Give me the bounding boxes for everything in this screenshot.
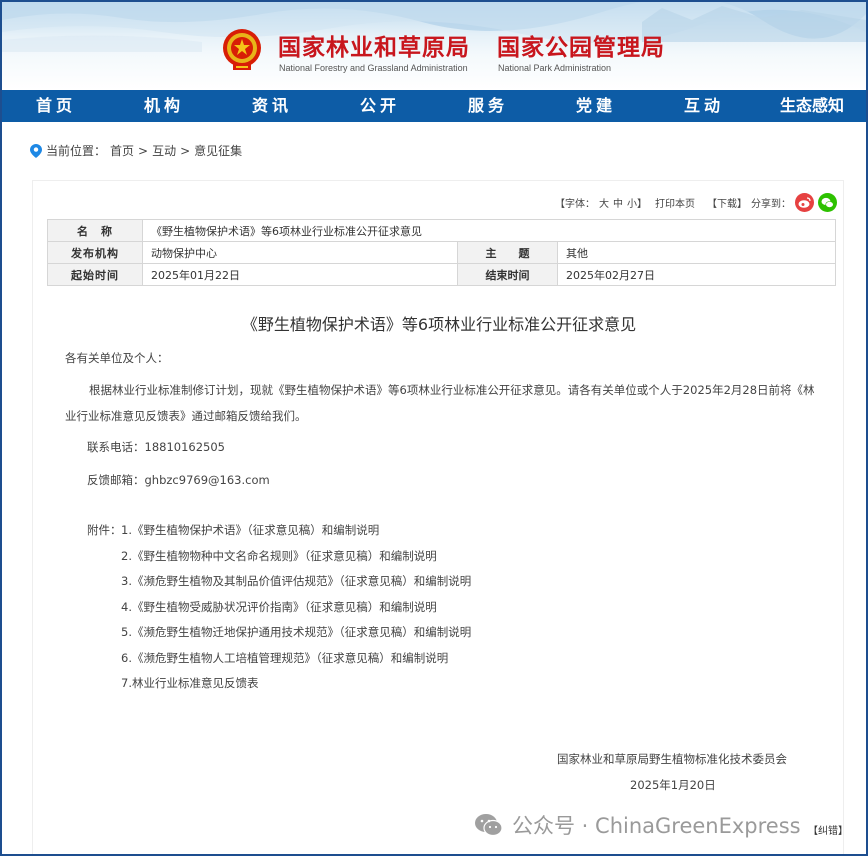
font-size-label: 【字体：: [555, 199, 595, 210]
main-nav: 首页 机构 资讯 公开 服务 党建 互动 生态感知: [2, 90, 866, 122]
watermark-text: 公众号 · ChinaGreenExpress: [512, 814, 801, 838]
org-name-park-en: National Park Administration: [498, 63, 612, 73]
breadcrumb-current-link[interactable]: 意见征集: [194, 142, 242, 159]
location-pin-icon: [30, 143, 42, 158]
share-label: 分享到：: [751, 199, 791, 210]
attachment-link[interactable]: 7.林业行业标准意见反馈表: [121, 670, 258, 696]
nav-item-party[interactable]: 党建: [542, 90, 650, 122]
breadcrumb-separator: >: [138, 143, 149, 158]
org-name-forestry: 国家林业和草原局: [278, 35, 470, 61]
metadata-table: 名 称 《野生植物保护术语》等6项林业行业标准公开征求意见 发布机构 动物保护中…: [47, 219, 836, 286]
national-emblem-icon: [223, 29, 261, 70]
attachment-link[interactable]: 5.《濒危野生植物迁地保护通用技术规范》（征求意见稿）和编制说明: [121, 619, 471, 645]
font-medium-button[interactable]: 中: [613, 195, 623, 210]
table-row: 发布机构 动物保护中心 主 题 其他: [47, 241, 836, 264]
download-button[interactable]: 【下载】: [707, 195, 747, 210]
issuer-value: 动物保护中心: [142, 241, 458, 264]
contact-phone: 联系电话：18810162505: [87, 440, 225, 454]
end-time-value: 2025年02月27日: [557, 263, 836, 286]
table-row: 名 称 《野生植物保护术语》等6项林业行业标准公开征求意见: [47, 219, 836, 242]
nav-item-home[interactable]: 首页: [2, 90, 110, 122]
document-title: 《野生植物保护术语》等6项林业行业标准公开征求意见: [241, 315, 637, 334]
attachment-link[interactable]: 2.《野生植物物种中文名命名规则》（征求意见稿）和编制说明: [121, 543, 437, 569]
font-small-button[interactable]: 小】: [627, 195, 647, 210]
topic-value: 其他: [557, 241, 836, 264]
org-name-park: 国家公园管理局: [497, 35, 665, 61]
end-time-label: 结束时间: [457, 263, 558, 286]
attachment-link[interactable]: 1.《野生植物保护术语》（征求意见稿）和编制说明: [121, 517, 379, 543]
start-time-label: 起始时间: [47, 263, 143, 286]
attachments-label: 附件：: [87, 523, 122, 537]
nav-item-eco-perception[interactable]: 生态感知: [758, 90, 866, 122]
attachment-link[interactable]: 4.《野生植物受威胁状况评价指南》（征求意见稿）和编制说明: [121, 594, 437, 620]
page-frame: 国家林业和草原局 National Forestry and Grassland…: [0, 0, 868, 856]
table-row: 起始时间 2025年01月22日 结束时间 2025年02月27日: [47, 263, 836, 286]
start-time-value: 2025年01月22日: [142, 263, 458, 286]
nav-item-institutions[interactable]: 机构: [110, 90, 218, 122]
font-large-button[interactable]: 大: [599, 195, 609, 210]
body-paragraph: 根据林业行业标准制修订计划，现就《野生植物保护术语》等6项林业行业标准公开征求意…: [65, 383, 815, 423]
nav-item-interaction[interactable]: 互动: [650, 90, 758, 122]
article-toolbar: 【字体： 大 中 小】 打印本页 【下载】 分享到：: [555, 193, 837, 212]
name-label: 名 称: [47, 219, 143, 242]
breadcrumb-prefix: 当前位置：: [46, 144, 107, 158]
sign-date: 2025年1月20日: [630, 778, 716, 792]
feedback-email: 反馈邮箱：ghbzc9769@163.com: [87, 473, 270, 487]
site-header: 国家林业和草原局 National Forestry and Grassland…: [2, 2, 866, 90]
watermark: 公众号 · ChinaGreenExpress: [474, 810, 801, 840]
breadcrumb-home-link[interactable]: 首页: [110, 142, 134, 159]
breadcrumb: 当前位置： 首页 > 互动 > 意见征集: [30, 142, 242, 159]
topic-label: 主 题: [457, 241, 558, 264]
attachment-link[interactable]: 6.《濒危野生植物人工培植管理规范》（征求意见稿）和编制说明: [121, 645, 448, 671]
issuer-label: 发布机构: [47, 241, 143, 264]
breadcrumb-interaction-link[interactable]: 互动: [152, 142, 176, 159]
org-name-forestry-en: National Forestry and Grassland Administ…: [279, 63, 468, 73]
signer: 国家林业和草原局野生植物标准化技术委员会: [557, 752, 787, 766]
wechat-official-account-icon: [475, 814, 503, 837]
greeting: 各有关单位及个人：: [65, 351, 169, 365]
print-button[interactable]: 打印本页: [655, 195, 695, 210]
wechat-share-icon[interactable]: [818, 193, 837, 212]
weibo-share-icon[interactable]: [795, 193, 814, 212]
attachment-link[interactable]: 3.《濒危野生植物及其制品价值评估规范》（征求意见稿）和编制说明: [121, 568, 471, 594]
nav-item-public[interactable]: 公开: [326, 90, 434, 122]
breadcrumb-separator: >: [180, 143, 191, 158]
article-container: 【字体： 大 中 小】 打印本页 【下载】 分享到： 名 称 《野生植物保护术语…: [32, 180, 844, 854]
report-error-link[interactable]: 【纠错】: [808, 822, 848, 837]
name-value: 《野生植物保护术语》等6项林业行业标准公开征求意见: [142, 219, 836, 242]
nav-item-services[interactable]: 服务: [434, 90, 542, 122]
nav-item-news[interactable]: 资讯: [218, 90, 326, 122]
